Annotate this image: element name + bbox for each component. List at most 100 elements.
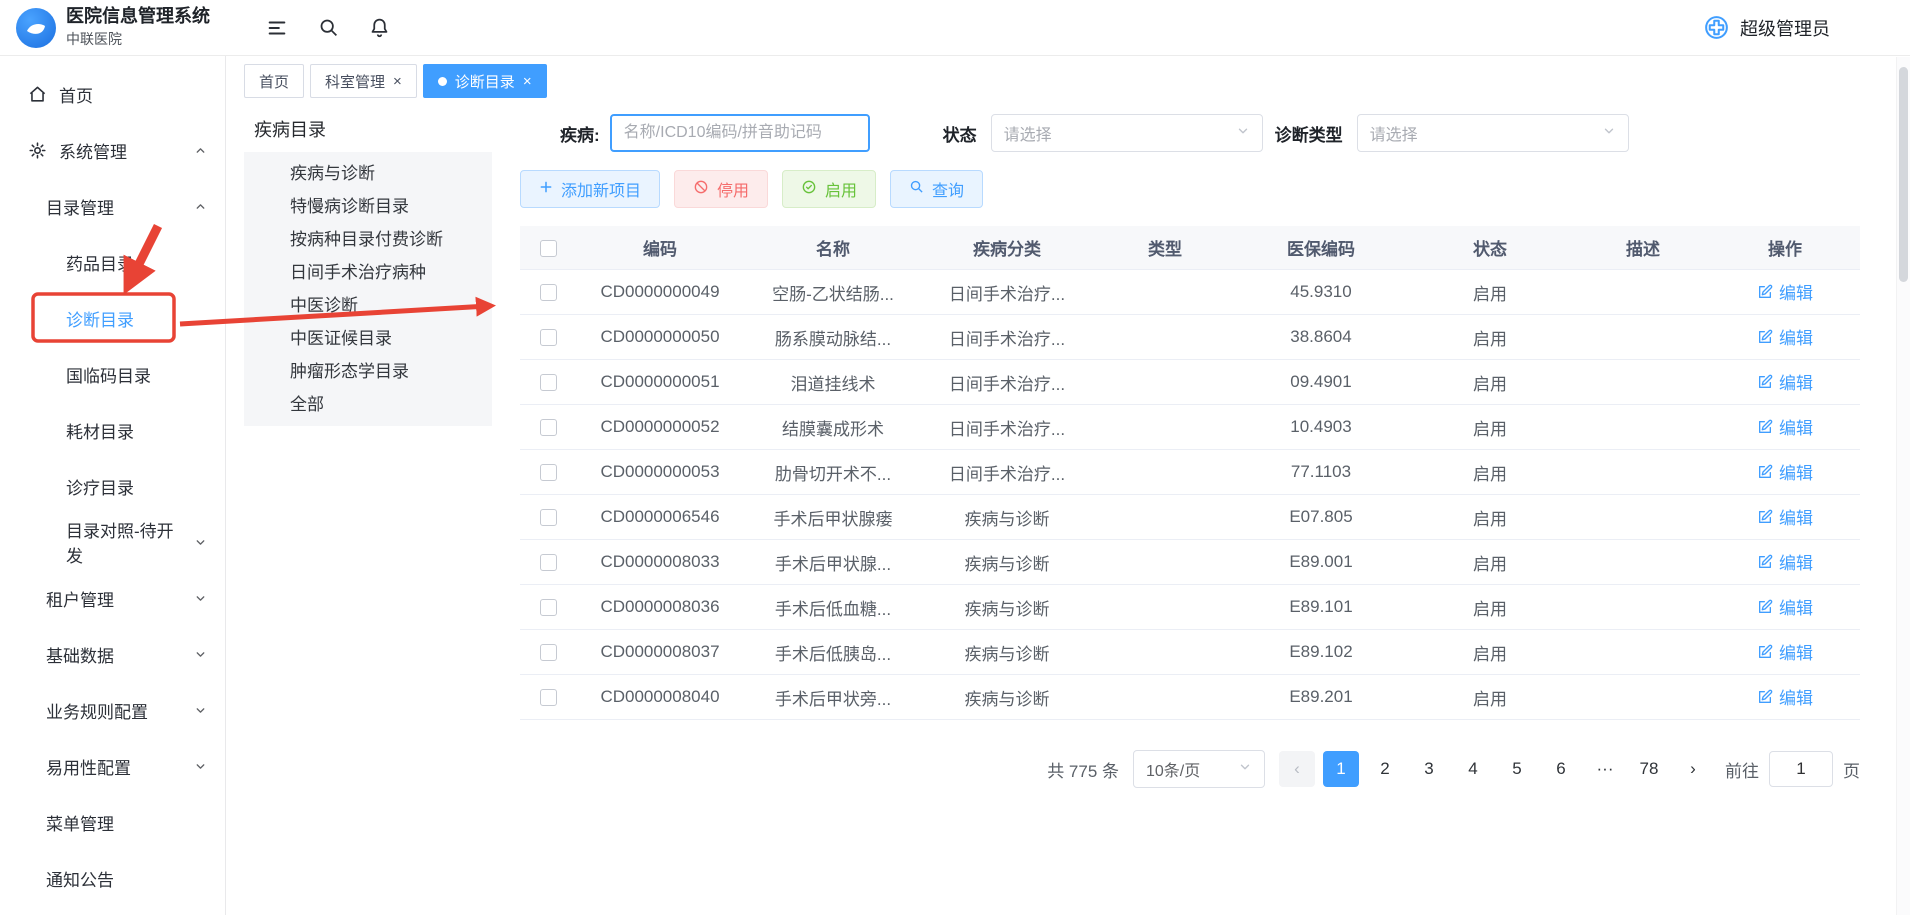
main-area: 首页 科室管理 × 诊断目录 × 疾病目录 疾病与诊断	[226, 56, 1910, 915]
sidebar-item-usability-config[interactable]: 易用性配置	[0, 738, 225, 794]
catalog-item[interactable]: 按病种目录付费诊断	[244, 223, 492, 256]
table-row: CD0000000053 肋骨切开术不... 日间手术治疗... 77.1103…	[520, 450, 1860, 495]
sidebar-item-label: 业务规则配置	[46, 698, 148, 723]
tab-department-management[interactable]: 科室管理 ×	[310, 64, 417, 98]
next-page-button[interactable]: ›	[1675, 751, 1711, 787]
sidebar-item-national-code-catalog[interactable]: 国临码目录	[0, 346, 225, 402]
notification-bell-icon[interactable]	[369, 17, 390, 38]
cell-code: CD0000008037	[576, 642, 744, 662]
sidebar-item-treatment-catalog[interactable]: 诊疗目录	[0, 458, 225, 514]
sidebar-item-label: 诊疗目录	[66, 474, 134, 499]
edit-button[interactable]: 编辑	[1757, 414, 1813, 439]
disable-button[interactable]: 停用	[674, 170, 768, 208]
page-button[interactable]: 78	[1631, 751, 1667, 787]
tab-home[interactable]: 首页	[244, 64, 304, 98]
scrollbar-thumb[interactable]	[1899, 67, 1908, 282]
catalog-item[interactable]: 特慢病诊断目录	[244, 190, 492, 223]
edit-button[interactable]: 编辑	[1757, 594, 1813, 619]
pager-ellipsis[interactable]: ···	[1587, 751, 1623, 787]
sidebar-item-notice[interactable]: 通知公告	[0, 850, 225, 906]
cell-code: CD0000000049	[576, 282, 744, 302]
row-checkbox[interactable]	[540, 689, 557, 706]
page-button[interactable]: 3	[1411, 751, 1447, 787]
app-title: 医院信息管理系统	[66, 6, 210, 27]
chevron-down-icon	[1236, 124, 1250, 143]
table-row: CD0000000051 泪道挂线术 日间手术治疗... 09.4901 启用 …	[520, 360, 1860, 405]
status-filter-label: 状态	[943, 121, 977, 146]
edit-button[interactable]: 编辑	[1757, 504, 1813, 529]
tab-bar: 首页 科室管理 × 诊断目录 ×	[244, 64, 1910, 98]
catalog-item[interactable]: 日间手术治疗病种	[244, 256, 492, 289]
row-checkbox[interactable]	[540, 509, 557, 526]
query-button[interactable]: 查询	[890, 170, 983, 208]
scrollbar-track[interactable]	[1896, 57, 1910, 915]
cell-category: 疾病与诊断	[922, 550, 1092, 575]
row-checkbox[interactable]	[540, 554, 557, 571]
header-category: 疾病分类	[922, 235, 1092, 260]
sidebar: 首页 系统管理 目录管理 药品目录 诊断目录 国临码目录 耗材目录	[0, 56, 226, 915]
edit-button[interactable]: 编辑	[1757, 639, 1813, 664]
medical-cross-icon	[1703, 14, 1730, 41]
active-tab-dot-icon	[438, 77, 447, 86]
tab-close-icon[interactable]: ×	[523, 74, 532, 89]
sidebar-item-diagnosis-catalog[interactable]: 诊断目录	[0, 290, 225, 346]
sidebar-item-catalog-management[interactable]: 目录管理	[0, 178, 225, 234]
edit-button[interactable]: 编辑	[1757, 549, 1813, 574]
cell-status: 启用	[1404, 685, 1576, 710]
enable-button[interactable]: 启用	[782, 170, 876, 208]
cell-insurance-code: 09.4901	[1238, 372, 1404, 392]
prev-page-button[interactable]: ‹	[1279, 751, 1315, 787]
page-button[interactable]: 5	[1499, 751, 1535, 787]
chevron-down-icon	[1602, 124, 1616, 143]
edit-button[interactable]: 编辑	[1757, 369, 1813, 394]
goto-page-input[interactable]	[1769, 751, 1833, 787]
sidebar-item-menu-management[interactable]: 菜单管理	[0, 794, 225, 850]
add-item-button[interactable]: 添加新项目	[520, 170, 660, 208]
row-checkbox[interactable]	[540, 599, 557, 616]
row-checkbox[interactable]	[540, 644, 557, 661]
catalog-item[interactable]: 肿瘤形态学目录	[244, 355, 492, 388]
cell-category: 日间手术治疗...	[922, 280, 1092, 305]
user-name: 超级管理员	[1740, 15, 1830, 41]
edit-button[interactable]: 编辑	[1757, 684, 1813, 709]
page-button[interactable]: 1	[1323, 751, 1359, 787]
status-select[interactable]: 请选择	[991, 114, 1263, 152]
sidebar-item-label: 基础数据	[46, 642, 114, 667]
row-checkbox[interactable]	[540, 464, 557, 481]
user-block[interactable]: 超级管理员	[1703, 14, 1910, 41]
catalog-item[interactable]: 疾病与诊断	[244, 157, 492, 190]
search-icon[interactable]	[318, 17, 339, 38]
header-type: 类型	[1092, 235, 1238, 260]
edit-button[interactable]: 编辑	[1757, 459, 1813, 484]
sidebar-item-business-rules[interactable]: 业务规则配置	[0, 682, 225, 738]
goto-suffix: 页	[1843, 757, 1860, 782]
edit-button[interactable]: 编辑	[1757, 279, 1813, 304]
row-checkbox[interactable]	[540, 284, 557, 301]
sidebar-item-system-management[interactable]: 系统管理	[0, 122, 225, 178]
sidebar-item-catalog-mapping[interactable]: 目录对照-待开发	[0, 514, 225, 570]
diagnosis-type-select[interactable]: 请选择	[1357, 114, 1629, 152]
row-checkbox[interactable]	[540, 329, 557, 346]
sidebar-item-consumables-catalog[interactable]: 耗材目录	[0, 402, 225, 458]
sidebar-item-tenant-management[interactable]: 租户管理	[0, 570, 225, 626]
disable-label: 停用	[717, 177, 749, 201]
row-checkbox[interactable]	[540, 419, 557, 436]
catalog-item[interactable]: 中医诊断	[244, 289, 492, 322]
row-checkbox[interactable]	[540, 374, 557, 391]
edit-button[interactable]: 编辑	[1757, 324, 1813, 349]
sidebar-item-drug-catalog[interactable]: 药品目录	[0, 234, 225, 290]
menu-collapse-icon[interactable]	[266, 17, 288, 39]
sidebar-item-basic-data[interactable]: 基础数据	[0, 626, 225, 682]
page-button[interactable]: 4	[1455, 751, 1491, 787]
catalog-item[interactable]: 中医证候目录	[244, 322, 492, 355]
cell-category: 疾病与诊断	[922, 505, 1092, 530]
catalog-item[interactable]: 全部	[244, 388, 492, 421]
page-size-select[interactable]: 10条/页	[1133, 750, 1265, 788]
select-all-checkbox[interactable]	[540, 240, 557, 257]
page-button[interactable]: 2	[1367, 751, 1403, 787]
disease-search-input[interactable]	[610, 114, 870, 152]
tab-close-icon[interactable]: ×	[393, 74, 402, 89]
tab-diagnosis-catalog[interactable]: 诊断目录 ×	[423, 64, 547, 98]
sidebar-item-home[interactable]: 首页	[0, 66, 225, 122]
page-button[interactable]: 6	[1543, 751, 1579, 787]
